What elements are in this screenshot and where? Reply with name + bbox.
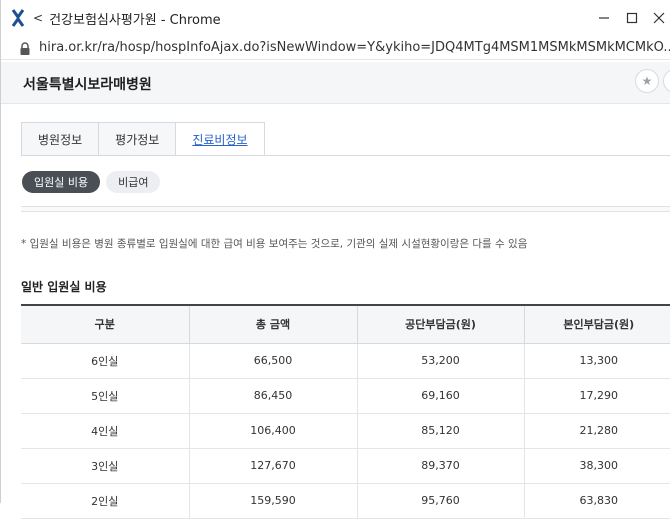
- tab-evaluation-info[interactable]: 평가정보: [98, 122, 176, 156]
- cell-total: 159,590: [189, 483, 358, 519]
- header-category: 구분: [21, 304, 190, 344]
- maximize-button[interactable]: [622, 8, 642, 28]
- more-button[interactable]: [663, 69, 670, 93]
- notice-text: * 입원실 비용은 병원 종류별로 입원실에 대한 급여 비용 보여주는 것으로…: [21, 238, 528, 250]
- minimize-button[interactable]: [594, 8, 614, 28]
- table-row: 5인실 86,450 69,160 17,290: [21, 378, 670, 414]
- title-bar: < 건강보험심사평가원 - Chrome: [1, 0, 670, 36]
- hospital-name: 서울특별시보라매병원: [23, 77, 152, 93]
- browser-popup-window: < 건강보험심사평가원 - Chrome hira.or.kr/ra/hosp/…: [0, 0, 670, 519]
- table-header-row: 구분 총 금액 공단부담금(원) 본인부담금(원): [21, 304, 670, 344]
- cost-type-filter: 입원실 비용 비급여: [22, 171, 161, 193]
- cell-total: 106,400: [189, 413, 358, 449]
- table-row: 3인실 127,670 89,370 38,300: [21, 448, 670, 484]
- cell-category: 2인실: [21, 483, 190, 519]
- cell-category: 4인실: [21, 413, 190, 449]
- cell-category: 3인실: [21, 448, 190, 484]
- pill-room-cost[interactable]: 입원실 비용: [22, 171, 101, 193]
- header-total: 총 금액: [189, 304, 358, 344]
- cell-patient-share: 21,280: [524, 413, 670, 449]
- chevron-left-icon[interactable]: <: [33, 11, 43, 25]
- hira-logo-icon: [9, 8, 27, 28]
- lock-icon: [19, 41, 31, 55]
- cell-total: 127,670: [189, 448, 358, 484]
- header-patient-share: 본인부담금(원): [524, 304, 670, 344]
- pill-non-covered[interactable]: 비급여: [106, 171, 161, 193]
- header-insurer-share: 공단부담금(원): [357, 304, 525, 344]
- cell-total: 66,500: [189, 343, 358, 379]
- cell-category: 6인실: [21, 343, 190, 379]
- cell-patient-share: 38,300: [524, 448, 670, 484]
- section-divider: [21, 206, 670, 212]
- address-bar[interactable]: hira.or.kr/ra/hosp/hospInfoAjax.do?isNew…: [1, 36, 670, 60]
- section-title: 일반 입원실 비용: [21, 280, 107, 294]
- tab-treatment-cost-info[interactable]: 진료비정보: [175, 122, 265, 156]
- tab-divider: [21, 155, 670, 156]
- tab-hospital-info[interactable]: 병원정보: [21, 122, 99, 156]
- page-header: 서울특별시보라매병원 ★: [1, 62, 670, 104]
- cell-insurer-share: 95,760: [357, 483, 525, 519]
- url-text[interactable]: hira.or.kr/ra/hosp/hospInfoAjax.do?isNew…: [39, 40, 670, 55]
- table-row: 4인실 106,400 85,120 21,280: [21, 413, 670, 449]
- table-row: 2인실 159,590 95,760 63,830: [21, 483, 670, 519]
- cell-insurer-share: 89,370: [357, 448, 525, 484]
- cell-insurer-share: 53,200: [357, 343, 525, 379]
- cell-patient-share: 13,300: [524, 343, 670, 379]
- cell-total: 86,450: [189, 378, 358, 414]
- table-row: 6인실 66,500 53,200 13,300: [21, 343, 670, 379]
- star-icon[interactable]: ★: [635, 69, 659, 93]
- room-cost-table: 구분 총 금액 공단부담금(원) 본인부담금(원) 6인실 66,500 53,…: [21, 304, 670, 519]
- close-icon[interactable]: [649, 8, 669, 28]
- window-title: 건강보험심사평가원 - Chrome: [49, 12, 221, 28]
- cell-insurer-share: 85,120: [357, 413, 525, 449]
- tab-bar: 병원정보 평가정보 진료비정보: [21, 122, 265, 156]
- cell-category: 5인실: [21, 378, 190, 414]
- cell-patient-share: 17,290: [524, 378, 670, 414]
- cell-patient-share: 63,830: [524, 483, 670, 519]
- cell-insurer-share: 69,160: [357, 378, 525, 414]
